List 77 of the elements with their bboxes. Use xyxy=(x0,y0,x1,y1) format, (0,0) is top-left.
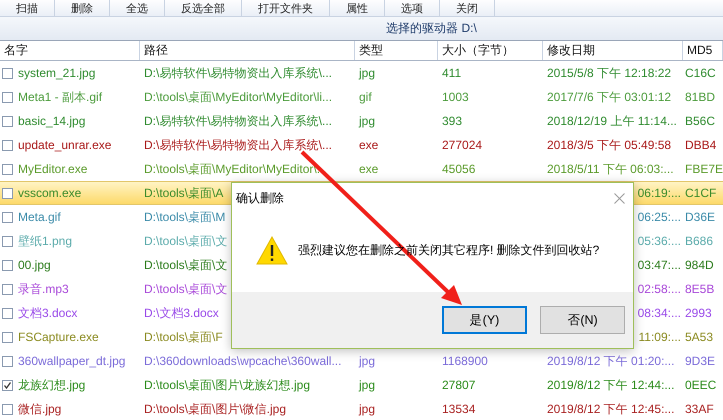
modified-date: 08:34:... xyxy=(638,306,681,320)
file-name: 360wallpaper_dt.jpg xyxy=(18,354,126,368)
file-name: 壁纸1.png xyxy=(18,232,72,250)
modified-date: 2019/8/12 下午 12:45:... xyxy=(547,402,674,416)
modified-date: 05:36:... xyxy=(638,234,681,248)
file-path: D:\tools\桌面\文 xyxy=(144,282,228,296)
modified-date: 06:19:... xyxy=(638,186,681,200)
file-name: 00.jpg xyxy=(18,258,51,272)
md5-hash: 8E5B xyxy=(685,282,714,296)
file-size: 393 xyxy=(442,114,462,128)
file-size: 27807 xyxy=(442,378,476,392)
modified-date: 2018/12/19 上午 11:14... xyxy=(547,114,677,128)
file-name: MyEditor.exe xyxy=(18,162,88,176)
file-name: system_21.jpg xyxy=(18,66,96,80)
file-path: D:\tools\桌面\文 xyxy=(144,234,228,248)
file-name: 微信.jpg xyxy=(18,400,62,418)
file-type: jpg xyxy=(359,354,376,368)
md5-hash: C16C xyxy=(685,66,716,80)
file-path: D:\tools\桌面\MyEditor\MyEditor\li... xyxy=(144,90,332,104)
file-type: jpg xyxy=(359,402,376,416)
file-name: basic_14.jpg xyxy=(18,114,86,128)
file-type: jpg xyxy=(359,66,376,80)
file-path: D:\tools\桌面\图片\微信.jpg xyxy=(144,402,286,416)
file-path: D:\易特软件\易特物资出入库系统\... xyxy=(144,138,332,152)
md5-hash: 33AF xyxy=(685,402,714,416)
file-name: 录音.mp3 xyxy=(18,280,69,298)
file-size: 1003 xyxy=(442,90,469,104)
file-path: D:\文档3.docx xyxy=(144,306,219,320)
md5-hash: 9D3E xyxy=(685,354,716,368)
md5-hash: B686 xyxy=(685,234,714,248)
file-path: D:\tools\桌面\F xyxy=(144,330,223,344)
file-name: 文档3.docx xyxy=(18,304,78,322)
file-size: 277024 xyxy=(442,138,482,152)
md5-hash: FBE7E xyxy=(685,162,723,176)
file-name: vsscom.exe xyxy=(18,186,82,200)
md5-hash: D36E xyxy=(685,210,716,224)
modified-date: 03:47:... xyxy=(638,258,681,272)
file-type: exe xyxy=(359,162,378,176)
md5-hash: 2993 xyxy=(685,306,712,320)
modified-date: 02:58:... xyxy=(638,282,681,296)
file-size: 1168900 xyxy=(442,354,488,368)
md5-hash: C1CF xyxy=(685,186,716,200)
file-path: D:\360downloads\wpcache\360wall... xyxy=(144,354,342,368)
selected-drive-label: 选择的驱动器 D:\ xyxy=(385,20,477,37)
file-type: jpg xyxy=(359,378,376,392)
modified-date: 2015/5/8 下午 12:18:22 xyxy=(547,66,672,80)
md5-hash: 81BD xyxy=(685,90,716,104)
file-name: 龙族幻想.jpg xyxy=(18,376,86,394)
md5-hash: DBB4 xyxy=(685,138,716,152)
modified-date: 2018/3/5 下午 05:49:58 xyxy=(547,138,672,152)
file-name: Meta.gif xyxy=(18,210,61,224)
file-name: FSCapture.exe xyxy=(18,330,99,344)
file-path: D:\tools\桌面\文 xyxy=(144,258,228,272)
file-path: D:\tools\桌面\A xyxy=(144,186,224,200)
file-path: D:\易特软件\易特物资出入库系统\... xyxy=(144,66,332,80)
modified-date: 11:09:... xyxy=(638,330,681,344)
file-type: gif xyxy=(359,90,372,104)
modified-date: 2019/8/12 下午 01:20:... xyxy=(547,354,674,368)
modified-date: 2017/7/6 下午 03:01:12 xyxy=(547,90,672,104)
modified-date: 2019/8/12 下午 12:44:... xyxy=(547,378,674,392)
file-name: Meta1 - 副本.gif xyxy=(18,88,102,106)
md5-hash: 984D xyxy=(685,258,714,272)
file-size: 13534 xyxy=(442,402,476,416)
file-path: D:\易特软件\易特物资出入库系统\... xyxy=(144,114,332,128)
md5-hash: B56C xyxy=(685,114,716,128)
file-path: D:\tools\桌面\M xyxy=(144,210,226,224)
file-type: jpg xyxy=(359,114,376,128)
file-path: D:\tools\桌面\图片\龙族幻想.jpg xyxy=(144,378,310,392)
md5-hash: 5A53 xyxy=(685,330,714,344)
file-size: 411 xyxy=(442,66,462,80)
md5-hash: 0EEC xyxy=(685,378,716,392)
modified-date: 06:25:... xyxy=(638,210,681,224)
file-type: exe xyxy=(359,138,378,152)
modified-date: 2018/5/11 下午 06:03:... xyxy=(547,162,674,176)
file-name: update_unrar.exe xyxy=(18,138,112,152)
file-size: 45056 xyxy=(442,162,476,176)
dialog-title: 确认删除 xyxy=(236,190,284,206)
